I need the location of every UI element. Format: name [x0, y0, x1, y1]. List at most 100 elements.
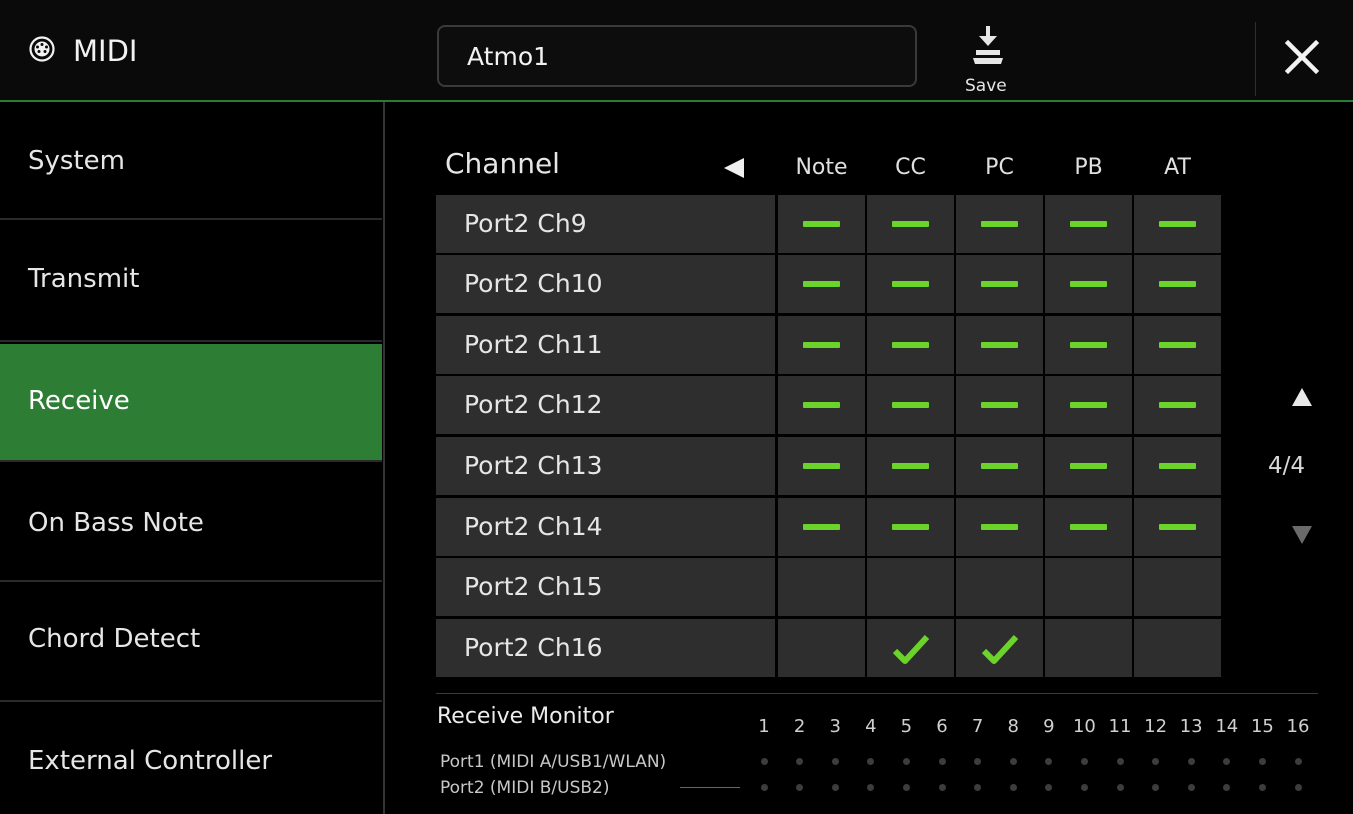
- cell-note-dash[interactable]: [778, 195, 865, 253]
- dash-indicator: [981, 221, 1018, 227]
- port1-channel-led: [1045, 757, 1053, 765]
- receive-monitor-title: Receive Monitor: [437, 704, 614, 729]
- cell-pb-dash[interactable]: [1045, 498, 1132, 556]
- cell-at-dash[interactable]: [1134, 437, 1221, 495]
- midi-settings-window: MIDI Atmo1 Save System Transmit Receive …: [0, 0, 1353, 814]
- port1-channel-led: [974, 757, 982, 765]
- cell-at-dash[interactable]: [1134, 498, 1221, 556]
- cell-pc-dash[interactable]: [956, 498, 1043, 556]
- cell-at-off[interactable]: [1134, 619, 1221, 677]
- cell-at-off[interactable]: [1134, 558, 1221, 616]
- row-label: Port2 Ch9: [436, 195, 775, 253]
- dash-indicator: [981, 281, 1018, 287]
- channel-column-header: Channel: [445, 147, 560, 180]
- cell-at-dash[interactable]: [1134, 376, 1221, 434]
- sidebar-item-receive[interactable]: Receive: [0, 344, 382, 462]
- monitor-channel-number: 6: [936, 716, 948, 737]
- cell-pb-off[interactable]: [1045, 619, 1132, 677]
- monitor-channel-number: 10: [1072, 716, 1096, 737]
- dash-indicator: [1159, 524, 1196, 530]
- row-label: Port2 Ch16: [436, 619, 775, 677]
- cell-cc-dash[interactable]: [867, 376, 954, 434]
- monitor-channel-number: 9: [1043, 716, 1055, 737]
- port2-label: Port2 (MIDI B/USB2): [440, 778, 610, 798]
- dash-indicator: [981, 524, 1018, 530]
- dash-indicator: [892, 281, 929, 287]
- port1-channel-led: [760, 757, 768, 765]
- port2-leader-line: [680, 787, 740, 788]
- setting-name-field[interactable]: Atmo1: [437, 25, 917, 87]
- cell-note-off[interactable]: [778, 558, 865, 616]
- cell-note-dash[interactable]: [778, 255, 865, 313]
- port2-channel-led: [831, 783, 839, 791]
- cell-pc-dash[interactable]: [956, 376, 1043, 434]
- header-separator: [1255, 22, 1256, 96]
- cell-at-dash[interactable]: [1134, 255, 1221, 313]
- cell-cc-check[interactable]: [867, 619, 954, 677]
- port1-channel-led: [831, 757, 839, 765]
- cell-note-dash[interactable]: [778, 376, 865, 434]
- sidebar-item-external-controller[interactable]: External Controller: [0, 704, 382, 814]
- cell-pb-dash[interactable]: [1045, 376, 1132, 434]
- row-label: Port2 Ch10: [436, 255, 775, 313]
- cell-at-dash[interactable]: [1134, 195, 1221, 253]
- dash-indicator: [1070, 524, 1107, 530]
- cell-pc-dash[interactable]: [956, 195, 1043, 253]
- cell-pb-off[interactable]: [1045, 558, 1132, 616]
- app-title: MIDI: [73, 34, 138, 68]
- monitor-channel-number: 11: [1108, 716, 1132, 737]
- sidebar-item-chord-detect[interactable]: Chord Detect: [0, 584, 382, 702]
- cell-cc-dash[interactable]: [867, 498, 954, 556]
- scroll-left-arrow-icon[interactable]: [720, 156, 746, 180]
- cell-pc-dash[interactable]: [956, 437, 1043, 495]
- row-label: Port2 Ch15: [436, 558, 775, 616]
- cell-pb-dash[interactable]: [1045, 316, 1132, 374]
- cell-note-dash[interactable]: [778, 316, 865, 374]
- cell-note-dash[interactable]: [778, 437, 865, 495]
- sidebar-item-transmit[interactable]: Transmit: [0, 224, 382, 342]
- triangle-down-icon[interactable]: [1290, 524, 1314, 546]
- sidebar-item-system[interactable]: System: [0, 102, 382, 220]
- checkmark-icon: [981, 634, 1019, 664]
- cell-pb-dash[interactable]: [1045, 195, 1132, 253]
- row-label: Port2 Ch11: [436, 316, 775, 374]
- port2-channel-led: [1152, 783, 1160, 791]
- cell-pc-off[interactable]: [956, 558, 1043, 616]
- port1-channel-led: [1258, 757, 1266, 765]
- port1-channel-led: [1152, 757, 1160, 765]
- triangle-up-icon[interactable]: [1290, 386, 1314, 408]
- checkmark-icon: [892, 634, 930, 664]
- page-indicator: 4/4: [1268, 453, 1306, 479]
- cell-cc-dash[interactable]: [867, 437, 954, 495]
- monitor-channel-number: 16: [1286, 716, 1310, 737]
- port1-channel-led: [796, 757, 804, 765]
- monitor-channel-number: 12: [1144, 716, 1168, 737]
- close-x-icon[interactable]: [1279, 34, 1325, 80]
- cell-cc-dash[interactable]: [867, 255, 954, 313]
- cell-at-dash[interactable]: [1134, 316, 1221, 374]
- cell-note-dash[interactable]: [778, 498, 865, 556]
- cell-pc-dash[interactable]: [956, 316, 1043, 374]
- cell-cc-dash[interactable]: [867, 195, 954, 253]
- cell-cc-off[interactable]: [867, 558, 954, 616]
- save-button[interactable]: Save: [958, 22, 1022, 98]
- port1-channel-led: [1009, 757, 1017, 765]
- dash-indicator: [892, 402, 929, 408]
- row-label: Port2 Ch12: [436, 376, 775, 434]
- dash-indicator: [803, 342, 840, 348]
- monitor-channel-number: 1: [758, 716, 770, 737]
- cell-pb-dash[interactable]: [1045, 437, 1132, 495]
- cell-pc-check[interactable]: [956, 619, 1043, 677]
- cell-pb-dash[interactable]: [1045, 255, 1132, 313]
- port2-channel-led: [1223, 783, 1231, 791]
- dash-indicator: [1070, 342, 1107, 348]
- sidebar-item-label: Receive: [28, 386, 130, 416]
- column-header-note: Note: [795, 155, 848, 180]
- sidebar-item-on-bass-note[interactable]: On Bass Note: [0, 464, 382, 582]
- cell-note-off[interactable]: [778, 619, 865, 677]
- monitor-channel-number: 5: [900, 716, 913, 737]
- cell-pc-dash[interactable]: [956, 255, 1043, 313]
- cell-cc-dash[interactable]: [867, 316, 954, 374]
- column-header-cc: CC: [895, 155, 926, 180]
- dash-indicator: [892, 342, 929, 348]
